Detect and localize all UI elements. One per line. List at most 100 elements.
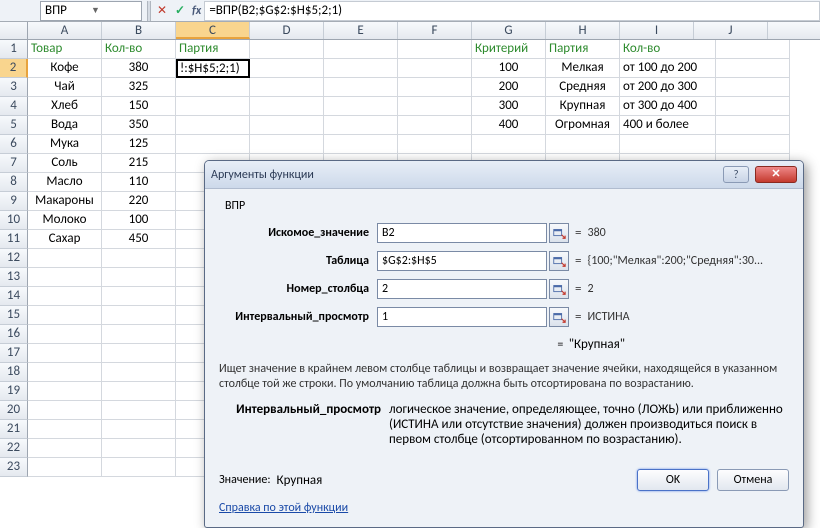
cell[interactable] bbox=[28, 458, 102, 477]
cell[interactable] bbox=[28, 344, 102, 363]
cell[interactable] bbox=[250, 97, 324, 116]
column-header-H[interactable]: H bbox=[546, 22, 620, 39]
row-header[interactable]: 8 bbox=[0, 173, 28, 192]
cell[interactable] bbox=[398, 135, 472, 154]
column-header-C[interactable]: C bbox=[176, 22, 250, 39]
cell[interactable] bbox=[102, 344, 176, 363]
cell[interactable] bbox=[28, 439, 102, 458]
cell[interactable] bbox=[250, 116, 324, 135]
row-header[interactable]: 20 bbox=[0, 401, 28, 420]
cell[interactable]: Масло bbox=[28, 173, 102, 192]
cell[interactable]: Партия bbox=[176, 40, 250, 59]
cell[interactable]: Средняя bbox=[546, 78, 620, 97]
cancel-formula-icon[interactable]: ✕ bbox=[153, 2, 171, 20]
cell[interactable]: 325 bbox=[102, 78, 176, 97]
row-header[interactable]: 18 bbox=[0, 363, 28, 382]
accept-formula-icon[interactable]: ✓ bbox=[171, 2, 189, 20]
cell[interactable]: 350 bbox=[102, 116, 176, 135]
function-help-link[interactable]: Справка по этой функции bbox=[219, 501, 789, 515]
cell[interactable]: Критерий bbox=[472, 40, 546, 59]
column-header-A[interactable]: A bbox=[28, 22, 102, 39]
select-all-corner[interactable] bbox=[0, 22, 28, 39]
row-header[interactable]: 23 bbox=[0, 458, 28, 477]
cell[interactable] bbox=[324, 78, 398, 97]
range-selector-icon[interactable] bbox=[549, 307, 569, 327]
dropdown-icon[interactable]: ▼ bbox=[91, 5, 137, 16]
cell[interactable] bbox=[28, 249, 102, 268]
cell[interactable] bbox=[716, 59, 790, 78]
cell[interactable]: Соль bbox=[28, 154, 102, 173]
cell[interactable]: !:$H$5;2;1) bbox=[176, 59, 250, 78]
cell[interactable]: 100 bbox=[472, 59, 546, 78]
cell[interactable] bbox=[28, 306, 102, 325]
cell[interactable]: Кофе bbox=[28, 59, 102, 78]
cell[interactable] bbox=[102, 287, 176, 306]
range-selector-icon[interactable] bbox=[549, 223, 569, 243]
cell[interactable]: Крупная bbox=[546, 97, 620, 116]
cell[interactable] bbox=[102, 420, 176, 439]
column-header-F[interactable]: F bbox=[398, 22, 472, 39]
cell[interactable] bbox=[102, 249, 176, 268]
cell[interactable]: 300 bbox=[472, 97, 546, 116]
cell[interactable]: 220 bbox=[102, 192, 176, 211]
cell[interactable]: Макароны bbox=[28, 192, 102, 211]
cell[interactable]: Огромная bbox=[546, 116, 620, 135]
arg-input-1[interactable] bbox=[377, 251, 547, 271]
fx-icon[interactable]: fx bbox=[192, 4, 201, 18]
column-header-E[interactable]: E bbox=[324, 22, 398, 39]
arg-input-3[interactable] bbox=[377, 307, 547, 327]
row-header[interactable]: 2 bbox=[0, 59, 28, 78]
cell[interactable]: от 300 до 400 bbox=[620, 97, 716, 116]
cell[interactable] bbox=[716, 135, 790, 154]
cell[interactable]: 125 bbox=[102, 135, 176, 154]
cell[interactable]: 200 bbox=[472, 78, 546, 97]
column-header-D[interactable]: D bbox=[250, 22, 324, 39]
row-header[interactable]: 11 bbox=[0, 230, 28, 249]
cell[interactable]: Хлеб bbox=[28, 97, 102, 116]
cell[interactable] bbox=[398, 40, 472, 59]
row-header[interactable]: 16 bbox=[0, 325, 28, 344]
cell[interactable] bbox=[102, 382, 176, 401]
cell[interactable] bbox=[250, 59, 324, 78]
cell[interactable] bbox=[28, 287, 102, 306]
cell[interactable] bbox=[324, 116, 398, 135]
row-header[interactable]: 17 bbox=[0, 344, 28, 363]
row-header[interactable]: 6 bbox=[0, 135, 28, 154]
cell[interactable] bbox=[102, 268, 176, 287]
cell[interactable] bbox=[176, 97, 250, 116]
cell[interactable] bbox=[102, 458, 176, 477]
cell[interactable] bbox=[250, 78, 324, 97]
cell[interactable]: 215 bbox=[102, 154, 176, 173]
cell[interactable]: Партия bbox=[546, 40, 620, 59]
cell[interactable] bbox=[250, 40, 324, 59]
cell[interactable] bbox=[28, 325, 102, 344]
cell[interactable] bbox=[398, 78, 472, 97]
dialog-help-button[interactable]: ? bbox=[723, 166, 749, 183]
row-header[interactable]: 3 bbox=[0, 78, 28, 97]
row-header[interactable]: 9 bbox=[0, 192, 28, 211]
dialog-close-button[interactable]: ✕ bbox=[755, 166, 797, 183]
cancel-button[interactable]: Отмена bbox=[717, 469, 789, 491]
cell[interactable] bbox=[716, 97, 790, 116]
row-header[interactable]: 19 bbox=[0, 382, 28, 401]
cell[interactable] bbox=[102, 325, 176, 344]
range-selector-icon[interactable] bbox=[549, 279, 569, 299]
cell[interactable] bbox=[102, 363, 176, 382]
cell[interactable]: 100 bbox=[102, 211, 176, 230]
cell[interactable]: Мука bbox=[28, 135, 102, 154]
column-header-G[interactable]: G bbox=[472, 22, 546, 39]
cell[interactable] bbox=[28, 268, 102, 287]
arg-input-2[interactable] bbox=[377, 279, 547, 299]
cell[interactable]: 450 bbox=[102, 230, 176, 249]
cell[interactable]: 110 bbox=[102, 173, 176, 192]
cell[interactable]: Сахар bbox=[28, 230, 102, 249]
cell[interactable]: от 100 до 200 bbox=[620, 59, 716, 78]
formula-input[interactable]: =ВПР(B2;$G$2:$H$5;2;1) bbox=[204, 1, 820, 21]
name-box[interactable]: ВПР ▼ bbox=[40, 1, 142, 21]
row-header[interactable]: 14 bbox=[0, 287, 28, 306]
cell[interactable] bbox=[324, 59, 398, 78]
cell[interactable] bbox=[102, 306, 176, 325]
cell[interactable]: 400 bbox=[472, 116, 546, 135]
cell[interactable]: Товар bbox=[28, 40, 102, 59]
row-header[interactable]: 15 bbox=[0, 306, 28, 325]
